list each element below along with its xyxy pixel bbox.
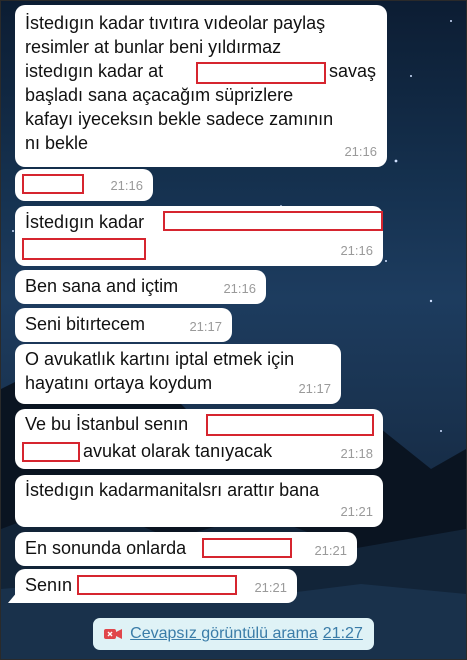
message-time: 21:16 [110, 178, 143, 193]
message-text: O avukatlık kartını iptal etmek için hay… [25, 349, 295, 393]
bubble-tail [8, 591, 18, 603]
message-time: 21:21 [314, 543, 347, 558]
redaction-box [163, 211, 383, 231]
message-text-continued: savaş başladı sana açacağım süprizlere k… [25, 61, 377, 153]
redaction-box [202, 538, 292, 558]
message-time: 21:17 [189, 319, 222, 334]
message-bubble[interactable]: Seni bitırtecem 21:17 [15, 308, 232, 342]
message-bubble[interactable]: Ve bu İstanbul senın avukat olarak tanıy… [15, 409, 383, 469]
message-bubble[interactable]: İstedıgın kadar 21:16 [15, 206, 383, 266]
message-text: İstedıgın kadarmanitalsrı arattır bana [25, 480, 320, 500]
message-time: 21:17 [298, 381, 331, 396]
message-text-continued: avukat olarak tanıyacak [83, 441, 273, 461]
message-text: Seni bitırtecem [25, 314, 146, 334]
redaction-box [22, 238, 146, 260]
chat-window: İstedıgın kadar tıvıtıra vıdeolar paylaş… [0, 0, 467, 660]
message-bubble[interactable]: 21:16 [15, 169, 153, 201]
message-time: 21:18 [340, 446, 373, 461]
video-camera-icon [104, 629, 123, 639]
message-bubble[interactable]: En sonunda onlarda 21:21 [15, 532, 357, 566]
missed-call-notice[interactable]: Cevapsız görüntülü arama 21:27 [93, 618, 374, 650]
redaction-box [77, 575, 237, 595]
message-bubble[interactable]: Ben sana and içtim 21:16 [15, 270, 266, 304]
message-text: En sonunda onlarda [25, 538, 187, 558]
message-bubble[interactable]: İstedıgın kadarmanitalsrı arattır bana 2… [15, 475, 383, 527]
message-text: Ve bu İstanbul senın [25, 414, 189, 434]
message-time: 21:16 [344, 144, 377, 159]
missed-call-label[interactable]: Cevapsız görüntülü arama [130, 625, 318, 643]
message-bubble[interactable]: Senın 21:21 [8, 569, 297, 603]
message-time: 21:16 [223, 281, 256, 296]
message-text: Senın [25, 575, 73, 595]
redaction-box [22, 442, 80, 462]
message-text: İstedıgın kadar [25, 212, 145, 232]
message-text: Ben sana and içtim [25, 276, 179, 296]
missed-call-time: 21:27 [322, 625, 363, 642]
message-time: 21:16 [340, 243, 373, 258]
redaction-box [22, 174, 84, 194]
message-time: 21:21 [254, 580, 287, 595]
message-time: 21:21 [340, 504, 373, 519]
message-bubble[interactable]: O avukatlık kartını iptal etmek için hay… [15, 344, 341, 404]
message-bubble[interactable]: İstedıgın kadar tıvıtıra vıdeolar paylaş… [15, 5, 387, 167]
redaction-box [206, 414, 374, 436]
